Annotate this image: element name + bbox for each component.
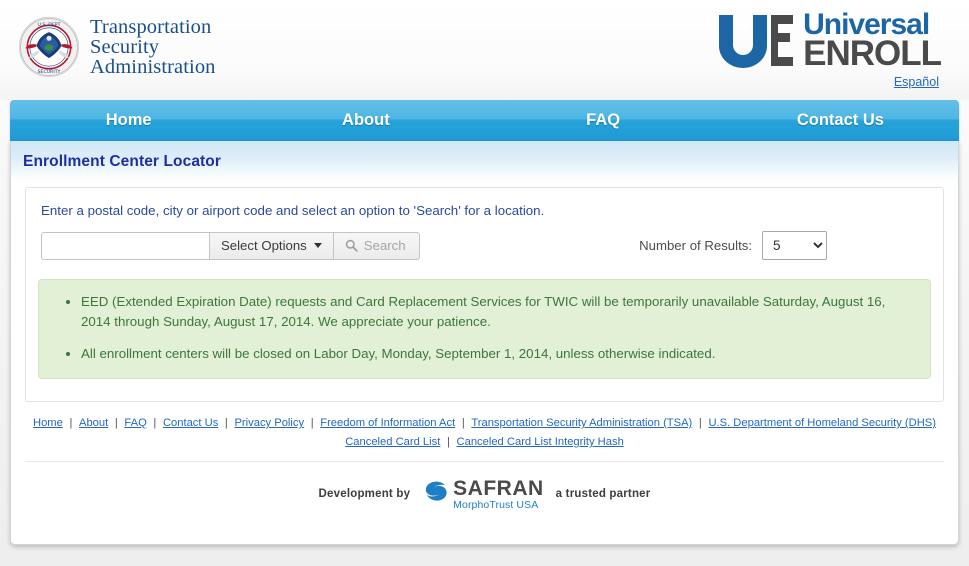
nav-item-faq[interactable]: FAQ [485, 100, 722, 141]
footer-link-foia[interactable]: Freedom of Information Act [320, 417, 455, 429]
chevron-down-icon [313, 243, 322, 248]
announcement-alert: EED (Extended Expiration Date) requests … [38, 279, 931, 379]
announcement-item: EED (Extended Expiration Date) requests … [81, 292, 914, 332]
link-separator: | [310, 417, 314, 429]
dhs-seal-icon: U.S. DEPT SECURITY [18, 16, 80, 78]
announcement-list: EED (Extended Expiration Date) requests … [55, 292, 914, 364]
trusted-partner-label: a trusted partner [555, 488, 651, 501]
select-options-label: Select Options [221, 238, 307, 253]
nav-item-contact-us[interactable]: Contact Us [722, 100, 959, 141]
panel-header: Enrollment Center Locator [11, 141, 958, 182]
link-separator: | [224, 417, 228, 429]
instruction-text: Enter a postal code, city or airport cod… [41, 203, 545, 218]
search-input[interactable] [41, 231, 209, 260]
development-credit: Development by SAFRAN MorphoTrust USA a … [11, 478, 958, 511]
tsa-wordmark: Transportation Security Administration [90, 14, 216, 78]
page-title: Enrollment Center Locator [23, 152, 221, 170]
safran-logo: SAFRAN MorphoTrust USA [422, 478, 544, 511]
link-separator: | [446, 436, 450, 448]
results-count-select[interactable]: 5 10 15 20 25 [762, 231, 827, 260]
search-icon [345, 239, 358, 252]
footer-link-privacy-policy[interactable]: Privacy Policy [234, 417, 304, 429]
universal-enroll-wordmark: Universal ENROLL [803, 10, 942, 73]
footer-link-dhs[interactable]: U.S. Department of Homeland Security (DH… [708, 417, 936, 429]
nav-item-home[interactable]: Home [10, 100, 247, 141]
content-panel: Enrollment Center Locator Enter a postal… [10, 141, 959, 545]
footer-link-tsa[interactable]: Transportation Security Administration (… [471, 417, 692, 429]
search-controls: Select Options Search Number of Results: [38, 231, 931, 260]
footer-links-row-2: Canceled Card List | Canceled Card List … [11, 432, 958, 451]
select-options-button[interactable]: Select Options [209, 231, 334, 260]
safran-swirl-icon [425, 481, 447, 501]
svg-text:U.S. DEPT: U.S. DEPT [38, 22, 61, 28]
tsa-brand: U.S. DEPT SECURITY Transportation Securi… [18, 14, 216, 78]
svg-text:SECURITY: SECURITY [38, 69, 61, 75]
development-by-label: Development by [318, 488, 411, 501]
link-separator: | [114, 417, 118, 429]
results-count-group: Number of Results: 5 10 15 20 25 [639, 231, 931, 260]
footer-links-row-1: Home | About | FAQ | Contact Us | Privac… [11, 413, 958, 432]
espanol-language-link[interactable]: Español [894, 75, 939, 89]
link-separator: | [461, 417, 465, 429]
search-button-label: Search [363, 238, 406, 253]
universal-enroll-logo-icon [719, 15, 794, 68]
tsa-line-3: Administration [90, 56, 216, 78]
tsa-line-1: Transportation [90, 16, 212, 38]
search-input-group: Select Options Search [41, 231, 420, 260]
link-separator: | [153, 417, 157, 429]
locator-card: Enter a postal code, city or airport cod… [25, 187, 944, 402]
morphotrust-label: MorphoTrust USA [453, 499, 539, 511]
main-navigation: Home About FAQ Contact Us [10, 100, 959, 141]
nav-item-about[interactable]: About [247, 100, 484, 141]
footer-link-canceled-card-list[interactable]: Canceled Card List [345, 436, 440, 448]
link-separator: | [698, 417, 702, 429]
link-separator: | [69, 417, 73, 429]
footer-link-home[interactable]: Home [33, 417, 63, 429]
tsa-line-2: Security [90, 36, 160, 58]
footer-divider [25, 461, 944, 462]
results-count-label: Number of Results: [639, 238, 752, 253]
universal-enroll-brand: Universal ENROLL Español [715, 10, 942, 89]
footer-link-about[interactable]: About [79, 417, 108, 429]
footer-links: Home | About | FAQ | Contact Us | Privac… [11, 413, 958, 451]
search-button[interactable]: Search [333, 231, 420, 260]
safran-name: SAFRAN [453, 477, 544, 500]
announcement-item: All enrollment centers will be closed on… [81, 344, 914, 364]
site-masthead: U.S. DEPT SECURITY Transportation Securi… [0, 0, 969, 100]
safran-wordmark: SAFRAN MorphoTrust USA [453, 478, 544, 511]
footer-link-faq[interactable]: FAQ [124, 417, 146, 429]
brand-line-enroll: ENROLL [803, 33, 942, 73]
footer-link-contact-us[interactable]: Contact Us [163, 417, 218, 429]
footer-link-canceled-card-hash[interactable]: Canceled Card List Integrity Hash [457, 436, 624, 448]
